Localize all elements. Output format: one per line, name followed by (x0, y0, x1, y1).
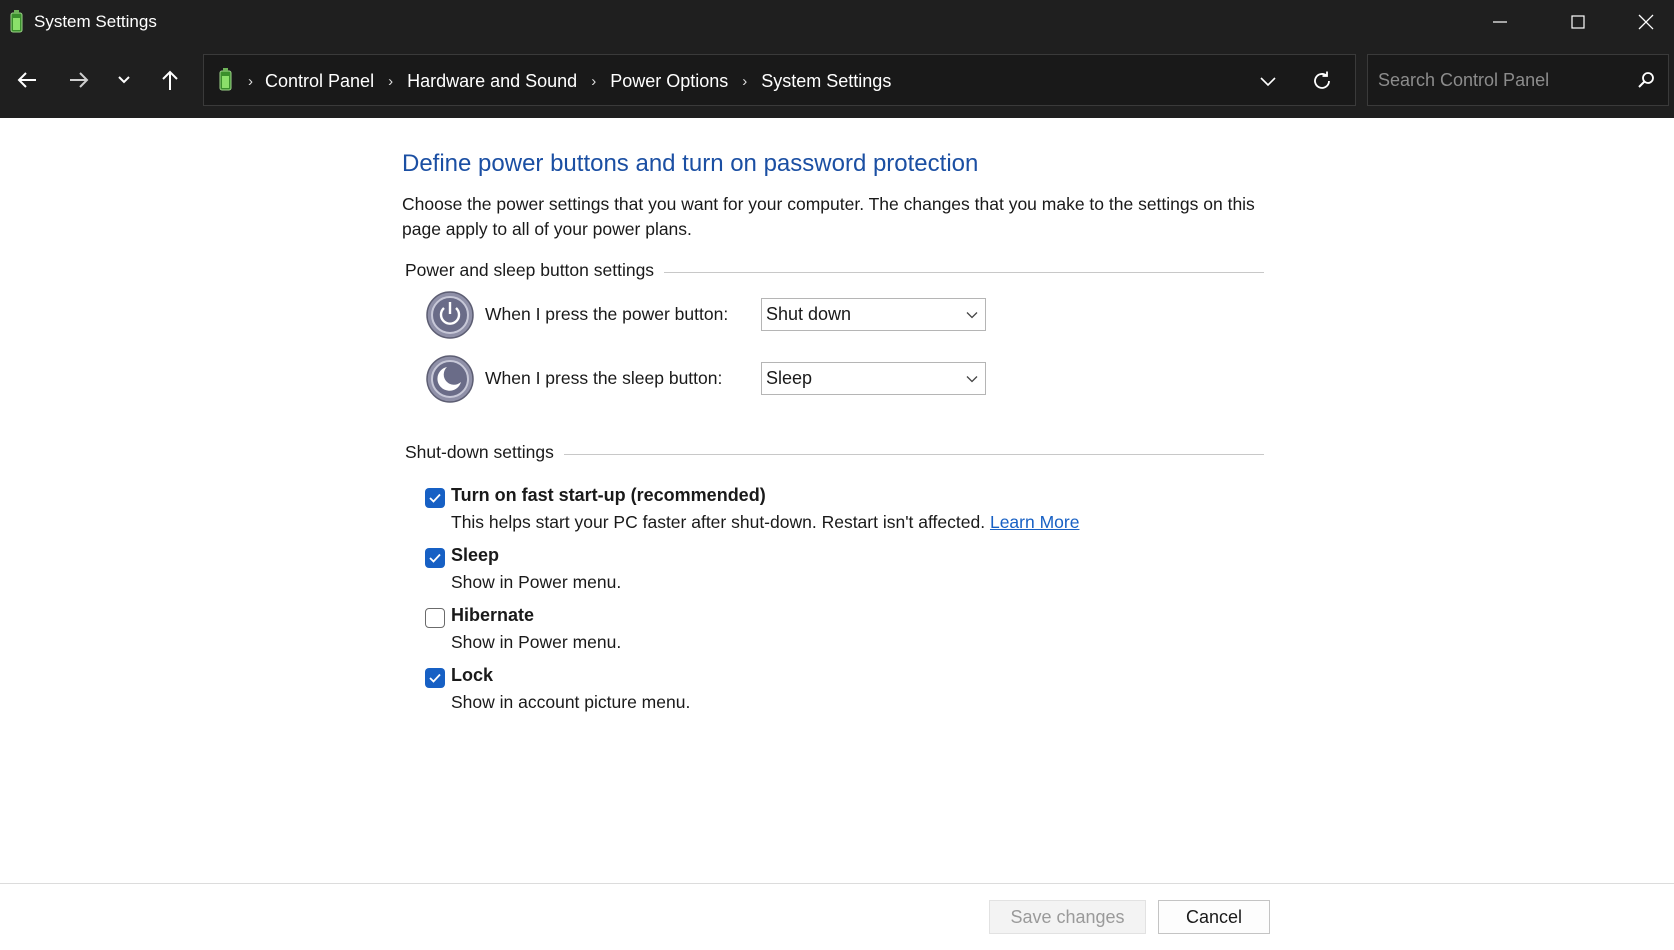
refresh-button[interactable] (1308, 67, 1336, 95)
sleep-checkbox[interactable] (425, 548, 445, 568)
group-divider (560, 454, 1264, 455)
power-button-icon (426, 291, 474, 339)
arrow-right-icon (70, 72, 89, 88)
hibernate-checkbox[interactable] (425, 608, 445, 628)
minimize-icon (1493, 21, 1507, 23)
sleep-button-action-value: Sleep (766, 368, 813, 388)
chevron-down-icon (966, 312, 978, 319)
chevron-down-icon (118, 76, 130, 84)
power-options-app-icon (10, 10, 23, 33)
chevron-down-icon (966, 376, 978, 383)
lock-option-description: Show in account picture menu. (451, 692, 691, 712)
page-title: Define power buttons and turn on passwor… (402, 150, 979, 177)
shutdown-group-label: Shut-down settings (405, 442, 564, 463)
hibernate-option-description: Show in Power menu. (451, 632, 622, 652)
lock-option-label[interactable]: Lock (451, 665, 493, 686)
forward-button[interactable] (61, 62, 97, 98)
sleep-button-label: When I press the sleep button: (485, 368, 723, 388)
sleep-option-description: Show in Power menu. (451, 572, 622, 592)
learn-more-link[interactable]: Learn More (990, 512, 1080, 532)
arrow-up-icon (162, 70, 178, 90)
navigation-bar: › Control Panel › Hardware and Sound › P… (0, 44, 1674, 118)
arrow-left-icon (17, 72, 36, 88)
maximize-icon (1571, 15, 1585, 29)
breadcrumb-control-panel[interactable]: Control Panel (265, 71, 374, 92)
lock-checkbox[interactable] (425, 668, 445, 688)
footer-bar: Save changes Cancel (0, 883, 1674, 950)
search-box[interactable] (1367, 54, 1669, 106)
breadcrumb-power-options[interactable]: Power Options (610, 71, 728, 92)
checkmark-icon (429, 493, 441, 503)
close-button[interactable] (1611, 0, 1674, 44)
recent-locations-button[interactable] (106, 62, 142, 98)
back-button[interactable] (9, 62, 45, 98)
title-bar: System Settings (0, 0, 1674, 44)
breadcrumb-separator-icon[interactable]: › (742, 73, 747, 90)
save-changes-button[interactable]: Save changes (989, 900, 1146, 934)
page-description: Choose the power settings that you want … (402, 194, 1255, 239)
sleep-option-label[interactable]: Sleep (451, 545, 499, 566)
sleep-button-icon (426, 355, 474, 403)
address-bar[interactable]: › Control Panel › Hardware and Sound › P… (203, 54, 1356, 106)
search-input[interactable] (1368, 55, 1618, 105)
breadcrumb-separator-icon[interactable]: › (388, 73, 393, 90)
breadcrumb: › Control Panel › Hardware and Sound › P… (248, 55, 891, 107)
close-icon (1638, 14, 1654, 30)
fast-startup-description-text: This helps start your PC faster after sh… (451, 512, 986, 532)
breadcrumb-separator-icon[interactable]: › (591, 73, 596, 90)
checkmark-icon (429, 673, 441, 683)
breadcrumb-system-settings[interactable]: System Settings (761, 71, 891, 92)
fast-startup-label[interactable]: Turn on fast start-up (recommended) (451, 485, 766, 506)
power-button-label: When I press the power button: (485, 304, 729, 324)
maximize-button[interactable] (1543, 0, 1613, 44)
fast-startup-description: This helps start your PC faster after sh… (451, 512, 1079, 533)
up-button[interactable] (152, 62, 188, 98)
minimize-button[interactable] (1465, 0, 1535, 44)
cancel-button[interactable]: Cancel (1158, 900, 1270, 934)
sleep-button-action-select[interactable]: Sleep (761, 362, 986, 395)
hibernate-option-label[interactable]: Hibernate (451, 605, 534, 626)
fast-startup-checkbox[interactable] (425, 488, 445, 508)
power-button-action-select[interactable]: Shut down (761, 298, 986, 331)
chevron-down-icon (1260, 77, 1276, 87)
power-button-action-value: Shut down (766, 304, 852, 324)
address-history-button[interactable] (1254, 67, 1282, 95)
window-title: System Settings (34, 12, 157, 31)
breadcrumb-hardware-and-sound[interactable]: Hardware and Sound (407, 71, 577, 92)
refresh-icon (1314, 71, 1330, 89)
main-content: Define power buttons and turn on passwor… (0, 118, 1674, 884)
power-group-label: Power and sleep button settings (405, 260, 665, 281)
power-options-location-icon (219, 68, 232, 91)
breadcrumb-separator-icon[interactable]: › (248, 73, 253, 90)
checkmark-icon (429, 553, 441, 563)
search-icon[interactable] (1636, 70, 1656, 90)
group-divider (640, 272, 1264, 273)
